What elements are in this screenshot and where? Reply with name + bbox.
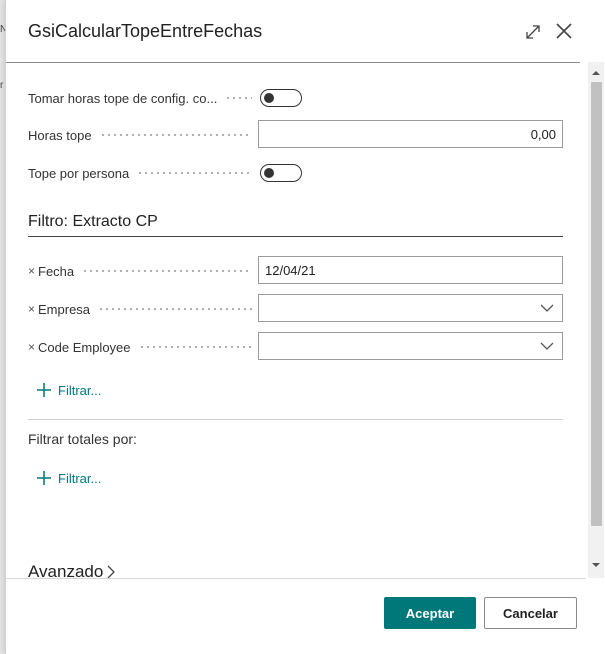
- background-text-fragment: r: [0, 80, 4, 91]
- empresa-select[interactable]: [258, 294, 563, 322]
- field-row-tomar-horas: Tomar horas tope de config. co...: [28, 83, 564, 113]
- plus-icon: [37, 471, 51, 485]
- expand-icon[interactable]: [522, 21, 544, 43]
- leader-dots: [99, 134, 252, 136]
- code-employee-select[interactable]: [258, 332, 563, 360]
- remove-filter-icon[interactable]: ×: [28, 302, 35, 316]
- add-totals-filter-link[interactable]: Filtrar...: [36, 468, 101, 488]
- footer-divider: [6, 578, 586, 579]
- accept-button[interactable]: Aceptar: [384, 597, 476, 629]
- filter-label: × Empresa: [28, 300, 252, 318]
- filter-row-fecha: × Fecha 12/04/21: [28, 256, 564, 286]
- horas-tope-input[interactable]: 0,00: [258, 120, 563, 148]
- scroll-down-arrow-icon[interactable]: [588, 558, 604, 572]
- vertical-scrollbar[interactable]: [588, 62, 604, 578]
- section-divider: [28, 236, 563, 237]
- leader-dots: [98, 308, 252, 310]
- scroll-up-arrow-icon[interactable]: [588, 66, 604, 80]
- field-label: Horas tope: [28, 126, 252, 144]
- filter-row-empresa: × Empresa: [28, 294, 564, 324]
- dialog-title: GsiCalcularTopeEntreFechas: [28, 21, 263, 41]
- dialog: GsiCalcularTopeEntreFechas Tomar horas t…: [5, 0, 605, 654]
- filter-label: × Code Employee: [28, 338, 252, 356]
- close-icon[interactable]: [553, 20, 575, 42]
- toggle-knob: [264, 92, 274, 103]
- remove-filter-icon[interactable]: ×: [28, 264, 35, 278]
- chevron-down-icon: [540, 304, 554, 312]
- tope-persona-toggle[interactable]: [260, 164, 302, 182]
- filter-label: × Fecha: [28, 262, 252, 280]
- advanced-section-toggle[interactable]: Avanzado: [28, 562, 116, 578]
- toggle-knob: [264, 167, 274, 178]
- section-divider: [28, 419, 563, 420]
- fecha-input[interactable]: 12/04/21: [258, 256, 563, 284]
- leader-dots: [138, 346, 252, 348]
- add-filter-link[interactable]: Filtrar...: [36, 380, 101, 400]
- field-label: Tope por persona: [28, 164, 252, 182]
- chevron-right-icon: [107, 565, 116, 578]
- leader-dots: [137, 172, 252, 174]
- header-divider: [6, 62, 580, 63]
- plus-icon: [37, 383, 51, 397]
- field-label: Tomar horas tope de config. co...: [28, 89, 252, 107]
- field-row-tope-persona: Tope por persona: [28, 158, 564, 188]
- totals-filter-label: Filtrar totales por:: [28, 431, 137, 447]
- tomar-horas-toggle[interactable]: [260, 89, 302, 107]
- scrollbar-thumb[interactable]: [591, 82, 602, 526]
- filter-row-code-employee: × Code Employee: [28, 332, 564, 362]
- section-title-filtro: Filtro: Extracto CP: [28, 213, 158, 230]
- field-row-horas-tope: Horas tope 0,00: [28, 120, 564, 150]
- chevron-down-icon: [540, 342, 554, 350]
- leader-dots: [225, 97, 252, 99]
- leader-dots: [82, 270, 252, 272]
- cancel-button[interactable]: Cancelar: [484, 597, 577, 629]
- remove-filter-icon[interactable]: ×: [28, 340, 35, 354]
- dialog-content: Tomar horas tope de config. co... Horas …: [6, 62, 586, 578]
